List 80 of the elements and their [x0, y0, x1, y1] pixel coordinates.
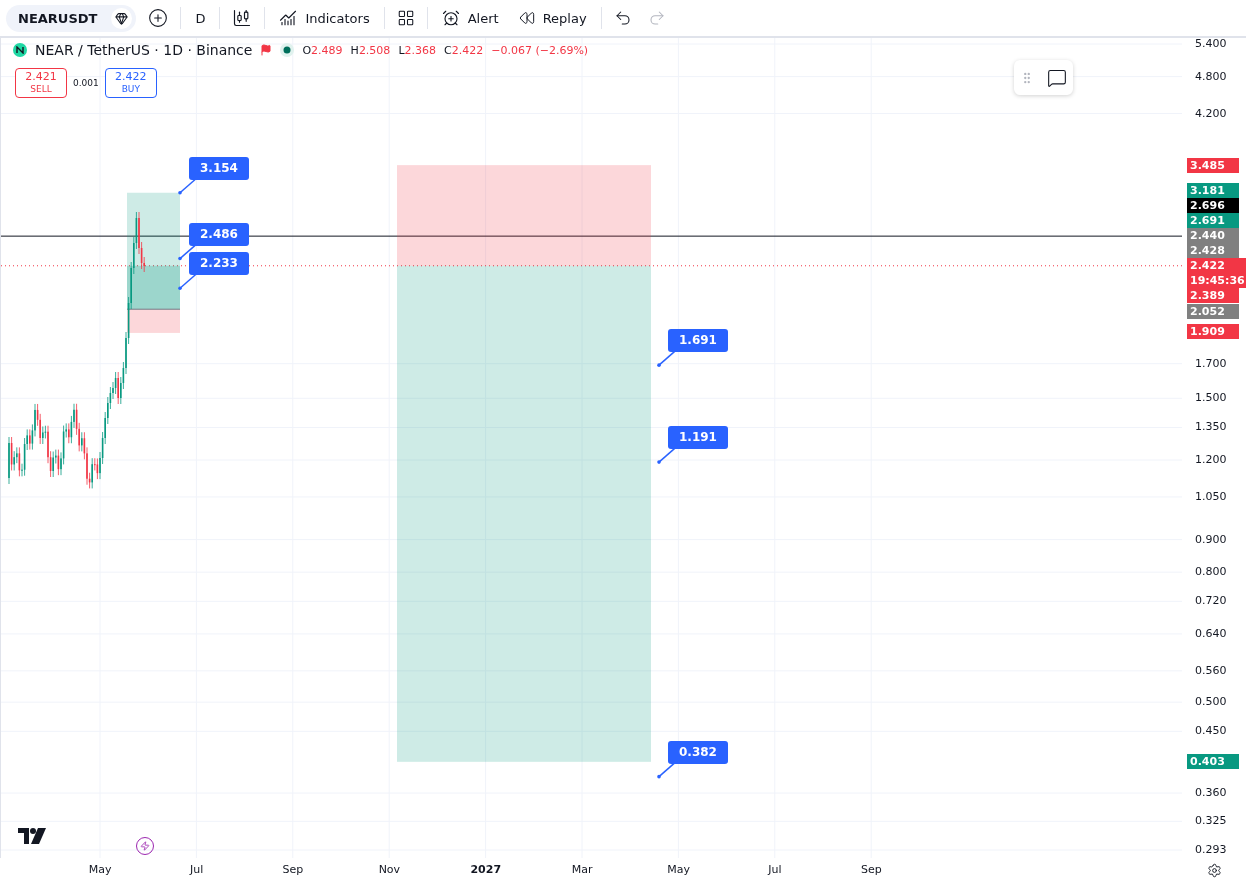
settings-icon[interactable]: [1206, 862, 1222, 878]
chart-icon: [279, 9, 298, 27]
leader-line: [657, 350, 676, 367]
sell-button[interactable]: 2.421 SELL: [15, 68, 67, 98]
price-tick: 5.400: [1195, 37, 1227, 51]
symbol-title: NEAR / TetherUS · 1D · Binance: [35, 42, 253, 58]
buy-button[interactable]: 2.422 BUY: [104, 68, 157, 98]
price-badge: 2.691: [1187, 213, 1239, 229]
price-label[interactable]: 3.154: [189, 156, 249, 180]
time-tick: May: [87, 862, 113, 878]
coin-icon: [13, 43, 27, 57]
price-tick: 0.360: [1195, 786, 1227, 801]
ohlc-value: H2.508: [350, 43, 391, 57]
time-tick: Mar: [570, 862, 594, 878]
price-tick: 4.800: [1195, 69, 1227, 84]
price-tick: 0.560: [1195, 663, 1227, 678]
time-tick: Jul: [766, 862, 783, 878]
price-tick: 1.500: [1195, 391, 1227, 406]
price-badge: 2.440: [1187, 228, 1239, 244]
price-change: −0.067 (−2.69%): [491, 43, 589, 57]
price-badge: 2.389: [1187, 288, 1239, 304]
logo-icon[interactable]: [18, 828, 46, 844]
price-tick: 0.900: [1195, 532, 1227, 547]
price-badge: 2.696: [1187, 198, 1239, 214]
price-label[interactable]: 1.191: [668, 426, 728, 450]
price-label[interactable]: 2.486: [189, 222, 249, 246]
leader-line: [657, 447, 676, 464]
alarm-clock-icon: [441, 9, 460, 27]
status-dot-icon: [280, 43, 295, 57]
price-tick: 0.325: [1195, 814, 1227, 829]
price-tick: 0.640: [1195, 626, 1227, 641]
price-badge: 3.181: [1187, 182, 1239, 198]
price-label[interactable]: 1.691: [668, 329, 728, 353]
price-tick: 1.700: [1195, 356, 1227, 371]
alert-button[interactable]: Alert: [435, 5, 505, 31]
price-badge: 1.909: [1187, 324, 1239, 340]
price-badge: 2.422 19:45:36: [1187, 258, 1246, 289]
price-label[interactable]: 2.233: [189, 252, 249, 276]
flag-icon[interactable]: [260, 44, 273, 56]
time-tick: Nov: [377, 862, 402, 878]
leader-line: [178, 243, 197, 261]
long-position-drawing[interactable]: [126, 192, 181, 333]
price-badge: 3.485: [1187, 157, 1239, 173]
price-tick: 1.050: [1195, 489, 1227, 504]
price-tick: 4.200: [1195, 106, 1227, 121]
price-badge: 2.052: [1187, 304, 1239, 320]
replay-button[interactable]: Replay: [512, 6, 593, 30]
leader-line: [657, 761, 676, 779]
price-badge: 2.428: [1187, 243, 1239, 259]
price-tick: 0.720: [1195, 594, 1227, 609]
price-tick: 0.293: [1195, 843, 1227, 857]
time-tick: Sep: [281, 862, 305, 878]
leader-line: [178, 178, 197, 195]
interval-button[interactable]: D: [189, 6, 212, 30]
ohlc-value: O2.489: [302, 43, 343, 57]
price-tick: 0.450: [1195, 724, 1227, 739]
redo-icon: [647, 9, 666, 27]
price-label[interactable]: 0.382: [668, 740, 728, 764]
grid-icon: [396, 9, 415, 27]
time-tick: 2027: [469, 862, 503, 878]
comment-icon[interactable]: [1046, 67, 1067, 88]
rewind-icon: [518, 10, 535, 26]
price-tick: 0.500: [1195, 695, 1227, 710]
time-tick: Jul: [188, 862, 205, 878]
price-tick: 0.800: [1195, 565, 1227, 580]
undo-icon: [613, 9, 632, 27]
gem-icon: [115, 11, 129, 25]
leader-line: [178, 273, 197, 291]
symbol-search-button[interactable]: NEARUSDT: [6, 4, 137, 32]
time-tick: May: [666, 862, 691, 878]
time-tick: Sep: [859, 862, 883, 878]
spread-value: 0.001: [73, 78, 99, 88]
ohlc-value: L2.368: [398, 43, 436, 57]
plus-icon: [148, 8, 169, 28]
price-badge: 0.403: [1187, 754, 1239, 770]
price-tick: 1.200: [1195, 453, 1227, 467]
candlestick-icon: [232, 8, 253, 28]
indicators-button[interactable]: Indicators: [273, 5, 376, 31]
ohlc-value: C2.422: [444, 43, 484, 57]
price-tick: 1.350: [1195, 420, 1227, 435]
